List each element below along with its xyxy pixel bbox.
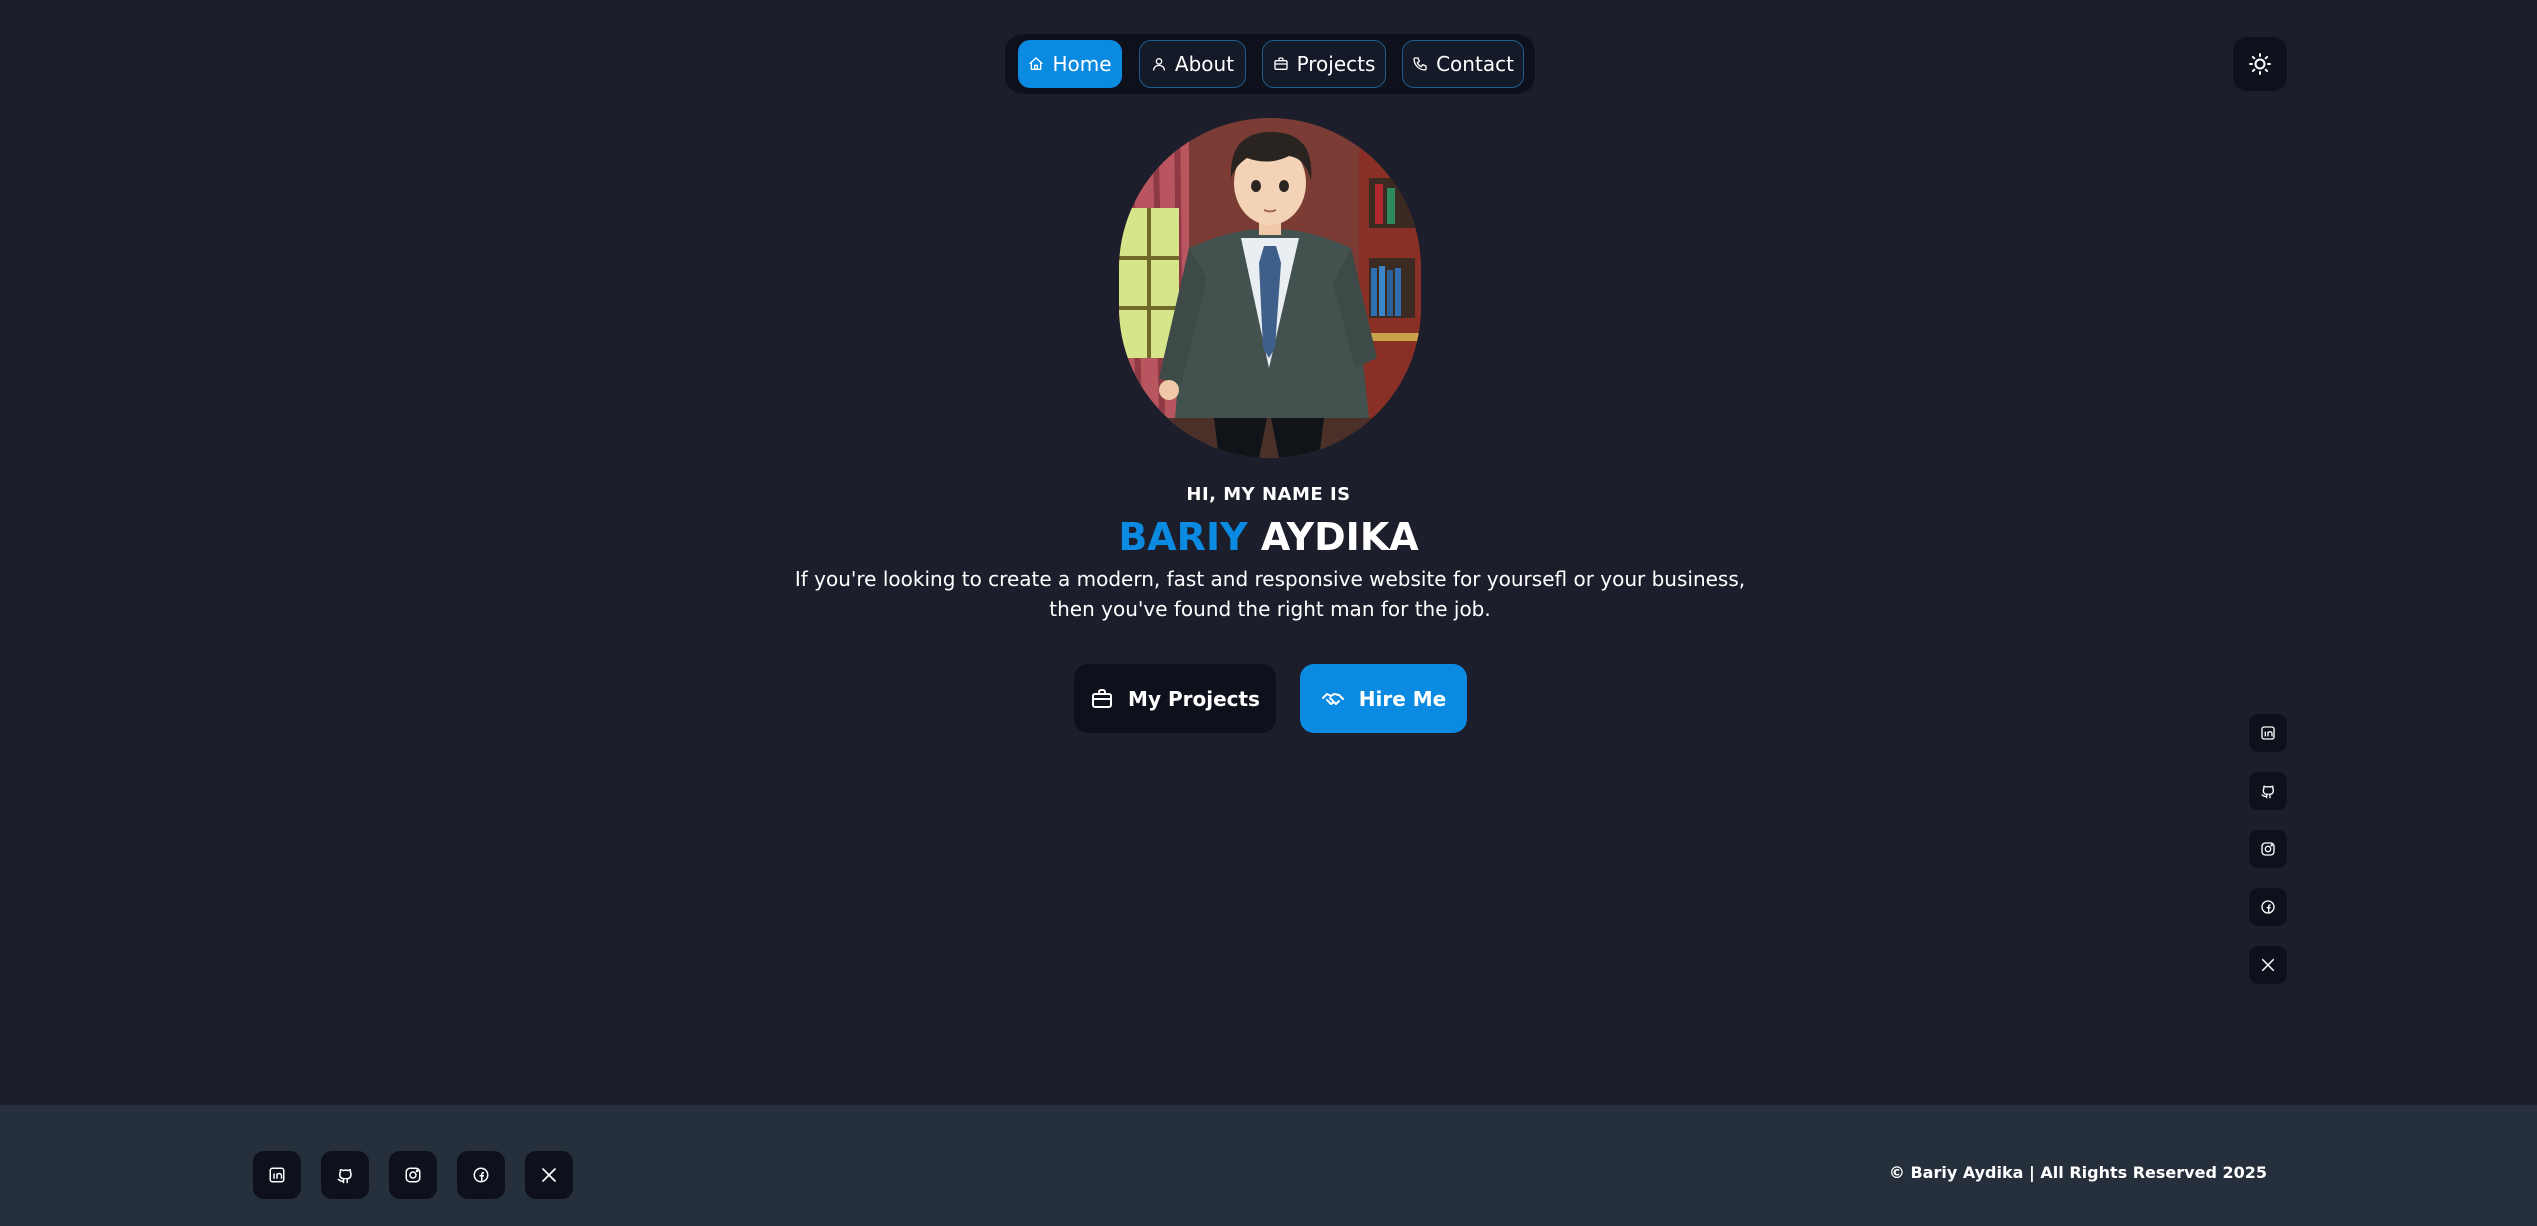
avatar-illustration [1119, 118, 1421, 458]
linkedin-link[interactable] [2249, 714, 2287, 752]
nav-contact[interactable]: Contact [1402, 40, 1524, 88]
user-icon [1151, 56, 1167, 72]
footer-facebook-link[interactable] [457, 1151, 505, 1199]
footer: © Bariy Aydika | All Rights Reserved 202… [0, 1105, 2537, 1226]
x-icon [540, 1166, 558, 1184]
briefcase-icon [1090, 687, 1114, 711]
nav-home-label: Home [1052, 52, 1112, 76]
footer-social-links [253, 1151, 573, 1199]
footer-linkedin-link[interactable] [253, 1151, 301, 1199]
footer-instagram-link[interactable] [389, 1151, 437, 1199]
facebook-icon [472, 1166, 490, 1184]
nav-contact-label: Contact [1436, 52, 1514, 76]
nav-home[interactable]: Home [1018, 40, 1122, 88]
theme-toggle-button[interactable] [2233, 37, 2287, 91]
last-name: AYDIKA [1260, 515, 1419, 559]
avatar [1119, 118, 1421, 458]
hero-name: BARIY AYDIKA [0, 511, 2537, 563]
facebook-icon [2260, 899, 2276, 915]
linkedin-icon [2260, 725, 2276, 741]
instagram-icon [2260, 841, 2276, 857]
my-projects-label: My Projects [1128, 686, 1260, 711]
copyright-text: © Bariy Aydika | All Rights Reserved 202… [1888, 1163, 2267, 1182]
nav-about-label: About [1174, 52, 1235, 76]
page: Home About Projects Contact HI, MY NAME … [0, 0, 2537, 1226]
nav-projects-label: Projects [1296, 52, 1376, 76]
x-link[interactable] [2249, 946, 2287, 984]
hire-me-label: Hire Me [1358, 686, 1447, 711]
hire-me-button[interactable]: Hire Me [1300, 664, 1467, 733]
github-icon [2260, 783, 2276, 799]
my-projects-button[interactable]: My Projects [1074, 664, 1276, 733]
greeting: HI, MY NAME IS [1186, 484, 1351, 505]
side-social-links [2249, 714, 2287, 1004]
first-name: BARIY [1118, 515, 1248, 559]
hero-tagline: If you're looking to create a modern, fa… [794, 567, 1746, 621]
facebook-link[interactable] [2249, 888, 2287, 926]
linkedin-icon [268, 1166, 286, 1184]
github-icon [336, 1166, 354, 1184]
home-icon [1028, 56, 1044, 72]
github-link[interactable] [2249, 772, 2287, 810]
nav-projects[interactable]: Projects [1262, 40, 1386, 88]
sun-icon [2248, 52, 2272, 76]
footer-github-link[interactable] [321, 1151, 369, 1199]
nav-about[interactable]: About [1139, 40, 1246, 88]
phone-icon [1412, 56, 1428, 72]
briefcase-icon [1273, 56, 1289, 72]
main-nav: Home About Projects Contact [1005, 34, 1535, 94]
instagram-link[interactable] [2249, 830, 2287, 868]
instagram-icon [404, 1166, 422, 1184]
handshake-icon [1321, 687, 1345, 711]
x-icon [2260, 957, 2276, 973]
footer-x-link[interactable] [525, 1151, 573, 1199]
